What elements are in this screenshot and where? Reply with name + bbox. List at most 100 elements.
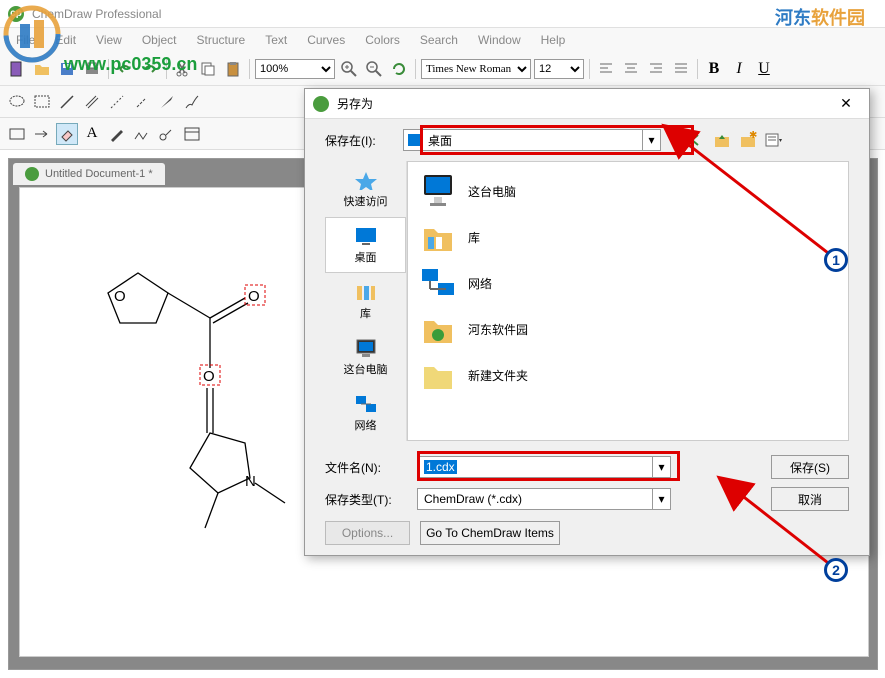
hash-bond-tool[interactable] [131,91,153,113]
sidebar-item-computer[interactable]: 这台电脑 [325,329,406,385]
svg-text:O: O [203,368,215,385]
svg-text:O: O [248,288,260,305]
copy-button[interactable] [197,58,219,80]
file-name: 网络 [468,275,492,292]
italic-button[interactable]: I [728,58,750,80]
dialog-icon [313,96,329,112]
app-icon: cp [8,6,24,22]
menu-structure[interactable]: Structure [189,31,254,49]
folder-icon [420,311,456,347]
print-button[interactable] [81,58,103,80]
save-button[interactable]: 保存(S) [771,455,849,479]
underline-button[interactable]: U [753,58,775,80]
new-button[interactable] [6,58,28,80]
places-sidebar: 快速访问 桌面 库 这台电脑 网络 [325,161,407,441]
annotation-number-2: 2 [824,558,848,582]
svg-text:N: N [245,473,256,490]
bold-button[interactable]: B [703,58,725,80]
align-right-button[interactable] [645,58,667,80]
menu-search[interactable]: Search [412,31,466,49]
cancel-button[interactable]: 取消 [771,487,849,511]
title-bar: cp ChemDraw Professional [0,0,885,28]
select-tool[interactable] [6,123,28,145]
open-button[interactable] [31,58,53,80]
wavy-bond-tool[interactable] [181,91,203,113]
new-folder-icon[interactable]: ✱ [739,131,757,149]
redo-button[interactable] [139,58,161,80]
close-button[interactable]: ✕ [831,94,861,114]
eraser-tool[interactable] [56,123,78,145]
chevron-down-icon[interactable]: ▾ [642,130,660,150]
chevron-down-icon[interactable]: ▾ [652,489,670,509]
sidebar-item-quick[interactable]: 快速访问 [325,161,406,217]
double-bond-tool[interactable] [81,91,103,113]
up-folder-icon[interactable] [713,131,731,149]
align-justify-button[interactable] [670,58,692,80]
save-in-value: 桌面 [428,132,452,149]
paste-button[interactable] [222,58,244,80]
back-icon[interactable] [687,131,705,149]
cut-button[interactable] [172,58,194,80]
file-name: 库 [468,229,480,246]
filetype-combo[interactable]: ChemDraw (*.cdx) ▾ [417,488,671,510]
file-item-hedong[interactable]: 河东软件园 [420,306,836,352]
file-item-newfolder[interactable]: 新建文件夹 [420,352,836,398]
align-left-button[interactable] [595,58,617,80]
options-button[interactable]: Options... [325,521,410,545]
view-menu-icon[interactable] [765,131,783,149]
zoom-select[interactable]: 100% [255,59,335,79]
annotation-number-1: 1 [824,248,848,272]
font-select[interactable]: Times New Roman [421,59,531,79]
zoom-in-button[interactable] [338,58,360,80]
fontsize-select[interactable]: 12 [534,59,584,79]
chain-tool[interactable] [131,123,153,145]
zoom-out-button[interactable] [363,58,385,80]
save-button[interactable] [56,58,78,80]
dialog-titlebar: 另存为 ✕ [305,89,869,119]
arrow-tool[interactable] [31,123,53,145]
sidebar-item-desktop[interactable]: 桌面 [325,217,406,273]
menu-file[interactable]: File [8,31,43,49]
goto-chemdraw-button[interactable]: Go To ChemDraw Items [420,521,560,545]
menu-colors[interactable]: Colors [357,31,408,49]
file-item-library[interactable]: 库 [420,214,836,260]
template-tool[interactable] [181,123,203,145]
marquee-tool[interactable] [31,91,53,113]
file-name: 这台电脑 [468,183,516,200]
menu-bar: File Edit View Object Structure Text Cur… [0,28,885,52]
text-tool[interactable]: A [81,123,103,145]
save-in-combo[interactable]: 桌面 ▾ [403,129,661,151]
align-center-button[interactable] [620,58,642,80]
library-icon [354,282,378,302]
file-item-computer[interactable]: 这台电脑 [420,168,836,214]
filename-input[interactable]: 1.cdx ▾ [417,456,671,478]
menu-view[interactable]: View [88,31,130,49]
menu-object[interactable]: Object [134,31,185,49]
wedge-bond-tool[interactable] [156,91,178,113]
chevron-down-icon[interactable]: ▾ [652,457,670,477]
menu-text[interactable]: Text [257,31,295,49]
doc-tab-label: Untitled Document-1 * [45,168,153,180]
lasso-tool[interactable] [6,91,28,113]
document-tab[interactable]: Untitled Document-1 * [13,163,165,185]
refresh-button[interactable] [388,58,410,80]
main-toolbar: 100% Times New Roman 12 B I U [0,52,885,86]
sidebar-item-library[interactable]: 库 [325,273,406,329]
sidebar-item-label: 桌面 [355,249,377,265]
file-list[interactable]: 这台电脑 库 网络 河东软件园 新建文件夹 [407,161,849,441]
bond-tool[interactable] [56,91,78,113]
file-item-network[interactable]: 网络 [420,260,836,306]
dashed-bond-tool[interactable] [106,91,128,113]
menu-edit[interactable]: Edit [47,31,84,49]
menu-window[interactable]: Window [470,31,529,49]
chemical-tool[interactable] [156,123,178,145]
svg-text:O: O [114,288,126,305]
file-name: 新建文件夹 [468,367,528,384]
menu-curves[interactable]: Curves [299,31,353,49]
undo-button[interactable] [114,58,136,80]
pen-tool[interactable] [106,123,128,145]
sidebar-item-network[interactable]: 网络 [325,385,406,441]
menu-help[interactable]: Help [533,31,574,49]
save-in-label: 保存在(I): [325,132,395,149]
sidebar-item-label: 库 [360,305,371,321]
